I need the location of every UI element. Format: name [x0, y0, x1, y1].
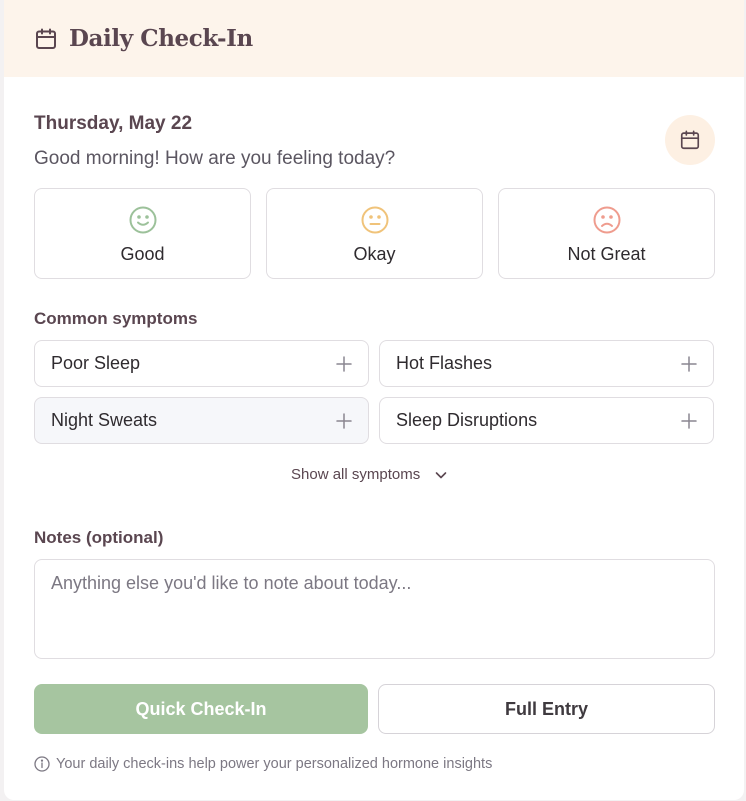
plus-icon — [336, 355, 352, 372]
show-all-label: Show all symptoms — [291, 466, 421, 483]
page-title: Daily Check-In — [69, 25, 253, 52]
symptom-label: Sleep Disruptions — [396, 410, 538, 430]
symptom-label: Hot Flashes — [396, 353, 493, 373]
symptom-chip-poor-sleep[interactable]: Poor Sleep — [34, 340, 369, 387]
notes-textarea[interactable] — [34, 559, 715, 659]
plus-icon — [681, 355, 697, 372]
frown-icon — [592, 205, 622, 235]
symptom-label: Poor Sleep — [51, 353, 141, 373]
mood-label: Not Great — [567, 244, 646, 264]
smile-icon — [128, 205, 158, 235]
mood-label: Okay — [353, 244, 396, 264]
card-header: Daily Check-In — [4, 0, 744, 77]
notes-heading: Notes (optional) — [34, 528, 164, 547]
calendar-icon — [679, 129, 701, 151]
plus-icon — [336, 412, 352, 429]
symptom-chip-hot-flashes[interactable]: Hot Flashes — [379, 340, 714, 387]
show-all-symptoms-button[interactable]: Show all symptoms — [291, 466, 448, 483]
chevron-down-icon — [434, 468, 448, 482]
full-entry-button[interactable]: Full Entry — [378, 684, 715, 734]
current-date: Thursday, May 22 — [34, 113, 193, 134]
quick-check-in-button[interactable]: Quick Check-In — [34, 684, 368, 734]
calendar-button[interactable] — [665, 115, 715, 165]
plus-icon — [681, 412, 697, 429]
symptom-chip-night-sweats[interactable]: Night Sweats — [34, 397, 369, 444]
mood-label: Good — [120, 244, 165, 264]
mood-option-okay[interactable]: Okay — [266, 188, 483, 279]
greeting-text: Good morning! How are you feeling today? — [34, 148, 396, 169]
footer-note: Your daily check-ins help power your per… — [34, 756, 492, 772]
calendar-icon — [34, 27, 58, 51]
mood-option-good[interactable]: Good — [34, 188, 251, 279]
mood-option-not-great[interactable]: Not Great — [498, 188, 715, 279]
footer-text: Your daily check-ins help power your per… — [56, 756, 493, 772]
info-icon — [34, 756, 50, 772]
symptom-chip-sleep-disruptions[interactable]: Sleep Disruptions — [379, 397, 714, 444]
symptom-label: Night Sweats — [51, 410, 158, 430]
check-in-card: Daily Check-In Thursday, May 22 Good mor… — [4, 0, 744, 800]
neutral-face-icon — [360, 205, 390, 235]
symptoms-heading: Common symptoms — [34, 309, 198, 328]
